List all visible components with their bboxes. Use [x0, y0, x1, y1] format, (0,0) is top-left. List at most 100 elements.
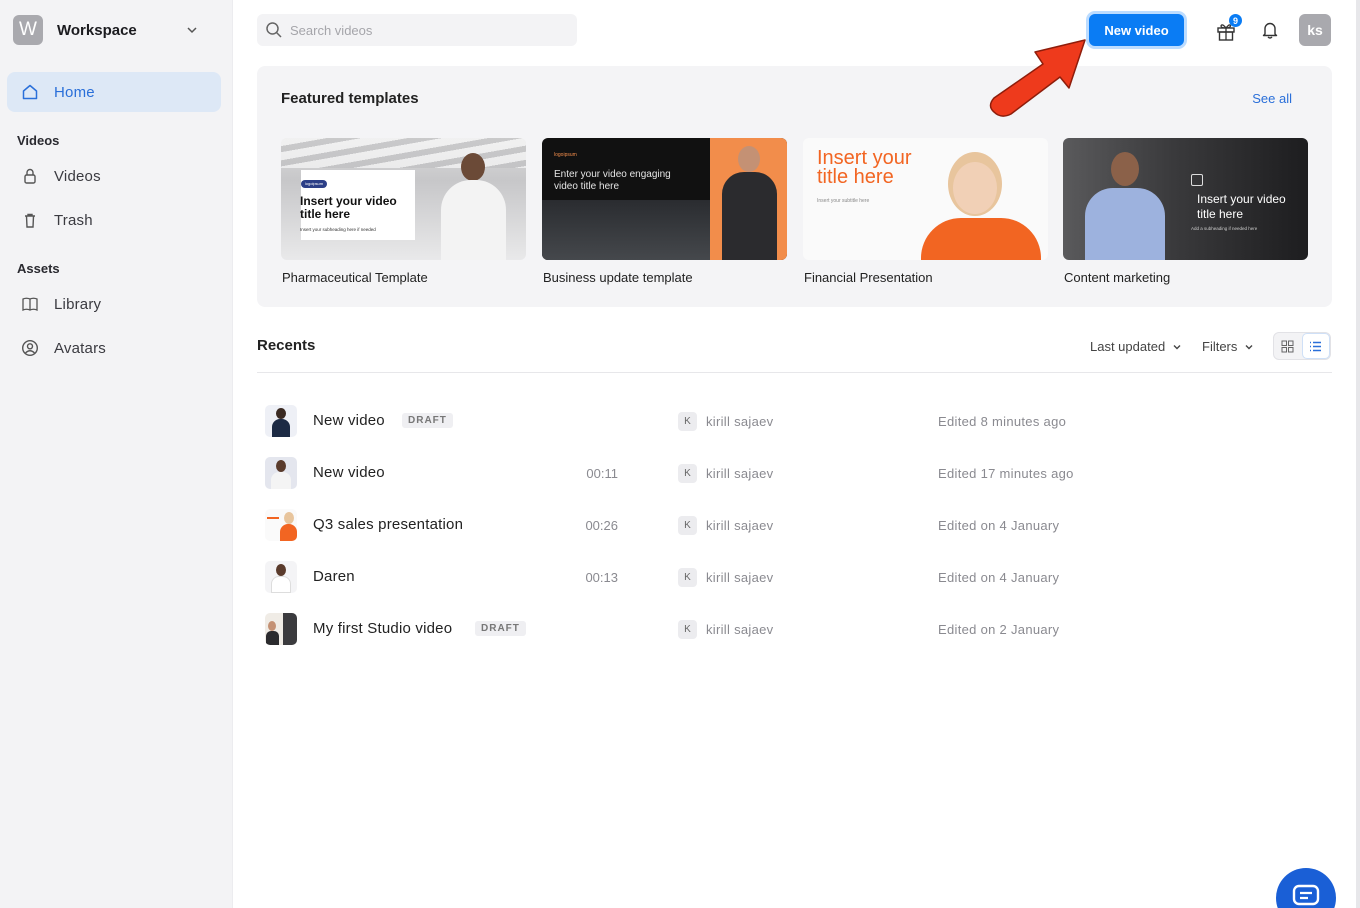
sidebar-item-label: Avatars: [54, 339, 106, 357]
table-row[interactable]: Q3 sales presentation 00:26 K kirill saj…: [257, 501, 1332, 549]
video-duration: 00:26: [585, 518, 618, 533]
chevron-down-icon: [187, 27, 197, 34]
thumb-logo: logoipsum: [554, 152, 577, 158]
template-card-financial[interactable]: Insert your title here Insert your subti…: [803, 138, 1048, 285]
sidebar: W Workspace Home Videos Videos Trash Ass…: [0, 0, 233, 908]
video-thumbnail: [265, 613, 297, 645]
home-icon: [21, 83, 39, 101]
featured-templates-panel: Featured templates See all logoipsum Ins…: [257, 66, 1332, 307]
view-toggle: [1273, 332, 1331, 360]
sort-dropdown[interactable]: Last updated: [1090, 339, 1183, 354]
workspace-logo: W: [13, 15, 43, 45]
table-row[interactable]: New video 00:11 K kirill sajaev Edited 1…: [257, 449, 1332, 497]
search-bar[interactable]: [257, 14, 577, 46]
featured-title: Featured templates: [281, 90, 419, 107]
template-thumbnail: Insert your video title here Add a subhe…: [1063, 138, 1308, 260]
sidebar-item-label: Trash: [54, 211, 93, 229]
template-label: Pharmaceutical Template: [282, 270, 428, 285]
video-thumbnail: [265, 561, 297, 593]
owner-name: kirill sajaev: [706, 414, 774, 429]
owner-name: kirill sajaev: [706, 466, 774, 481]
owner-name: kirill sajaev: [706, 570, 774, 585]
table-row[interactable]: Daren 00:13 K kirill sajaev Edited on 4 …: [257, 553, 1332, 601]
new-video-button[interactable]: New video: [1089, 14, 1184, 46]
sort-label: Last updated: [1090, 339, 1166, 354]
filters-dropdown[interactable]: Filters: [1202, 339, 1255, 354]
template-thumbnail: logoipsum Enter your video engaging vide…: [542, 138, 787, 260]
owner-avatar: K: [678, 412, 697, 431]
list-icon: [1310, 341, 1322, 351]
workspace-name: Workspace: [57, 21, 137, 39]
thumb-subtitle: Insert your subtitle here: [817, 198, 870, 204]
owner-avatar: K: [678, 464, 697, 483]
recents-title: Recents: [257, 337, 316, 354]
bell-icon[interactable]: [1260, 20, 1280, 40]
section-title-assets: Assets: [17, 261, 60, 276]
search-icon: [266, 22, 282, 38]
chevron-down-icon: [1245, 344, 1253, 349]
thumb-title: Insert your video title here: [1197, 192, 1286, 221]
thumb-title: Enter your video engaging video title he…: [554, 169, 671, 192]
video-duration: 00:13: [585, 570, 618, 585]
owner-avatar: K: [678, 620, 697, 639]
video-name: New video: [313, 412, 385, 429]
grid-view-button[interactable]: [1274, 333, 1302, 359]
filters-label: Filters: [1202, 339, 1238, 354]
thumb-subtitle: Add a subheading if needed here: [1191, 226, 1258, 231]
user-avatar[interactable]: ks: [1299, 14, 1331, 46]
thumb-subtitle: Insert your subheading here if needed: [300, 227, 376, 232]
video-name: Q3 sales presentation: [313, 516, 464, 533]
sidebar-item-avatars[interactable]: Avatars: [7, 328, 221, 368]
video-thumbnail: [265, 509, 297, 541]
template-label: Content marketing: [1064, 270, 1171, 285]
edited-time: Edited on 2 January: [938, 622, 1060, 637]
table-row[interactable]: My first Studio video DRAFT K kirill saj…: [257, 605, 1332, 653]
edited-time: Edited 8 minutes ago: [938, 414, 1067, 429]
list-view-button[interactable]: [1301, 333, 1330, 359]
template-card-content-marketing[interactable]: Insert your video title here Add a subhe…: [1063, 138, 1308, 285]
owner-avatar: K: [678, 568, 697, 587]
arrow-annotation-icon: [989, 39, 1086, 117]
edited-time: Edited on 4 January: [938, 518, 1060, 533]
divider: [257, 372, 1332, 373]
sidebar-item-trash[interactable]: Trash: [7, 200, 221, 240]
template-label: Business update template: [543, 270, 693, 285]
sidebar-item-library[interactable]: Library: [7, 284, 221, 324]
video-name: My first Studio video: [313, 620, 453, 637]
owner-name: kirill sajaev: [706, 622, 774, 637]
template-thumbnail: Insert your title here Insert your subti…: [803, 138, 1048, 260]
thumb-title: Insert your video title here: [300, 194, 397, 221]
user-circle-icon: [21, 339, 39, 357]
edited-time: Edited 17 minutes ago: [938, 466, 1074, 481]
chat-icon: [1292, 884, 1320, 906]
edited-time: Edited on 4 January: [938, 570, 1060, 585]
draft-badge: DRAFT: [475, 621, 526, 636]
chevron-down-icon: [1173, 344, 1181, 349]
sidebar-item-videos[interactable]: Videos: [7, 156, 221, 196]
table-row[interactable]: New video DRAFT K kirill sajaev Edited 8…: [257, 397, 1332, 445]
trash-icon: [21, 211, 39, 229]
grid-icon: [1281, 340, 1294, 352]
owner-avatar: K: [678, 516, 697, 535]
sidebar-item-label: Home: [54, 83, 95, 101]
lock-icon: [21, 167, 39, 185]
video-thumbnail: [265, 405, 297, 437]
see-all-link[interactable]: See all: [1252, 91, 1292, 106]
scrollbar[interactable]: [1356, 0, 1360, 908]
video-name: New video: [313, 464, 385, 481]
notification-badge: 9: [1229, 14, 1242, 27]
section-title-videos: Videos: [17, 133, 60, 148]
workspace-switcher[interactable]: W Workspace: [13, 14, 221, 46]
search-input[interactable]: [290, 22, 560, 38]
video-thumbnail: [265, 457, 297, 489]
owner-name: kirill sajaev: [706, 518, 774, 533]
template-card-business-update[interactable]: logoipsum Enter your video engaging vide…: [542, 138, 787, 285]
template-label: Financial Presentation: [804, 270, 933, 285]
template-thumbnail: logoipsum Insert your video title here I…: [281, 138, 526, 260]
book-icon: [21, 295, 39, 313]
sidebar-item-home[interactable]: Home: [7, 72, 221, 112]
template-card-pharmaceutical[interactable]: logoipsum Insert your video title here I…: [281, 138, 526, 285]
sidebar-item-label: Videos: [54, 167, 101, 185]
thumb-logo: logoipsum: [301, 180, 327, 188]
video-name: Daren: [313, 568, 355, 585]
